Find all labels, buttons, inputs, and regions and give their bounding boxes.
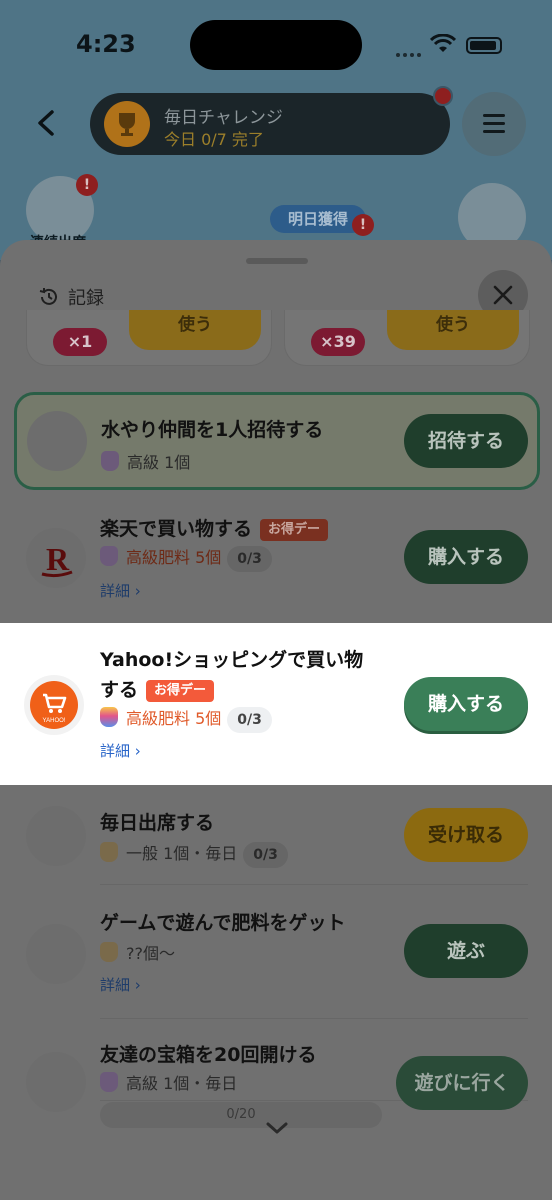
purchase-button[interactable]: 購入する — [404, 677, 528, 731]
menu-button[interactable] — [462, 92, 526, 156]
item-count-badge: ×1 — [53, 328, 107, 356]
treasure-box-icon — [26, 1052, 86, 1112]
records-button[interactable]: 記録 — [38, 284, 104, 310]
play-button[interactable]: 遊ぶ — [404, 924, 528, 978]
item-count-badge: ×39 — [311, 328, 365, 356]
game-thumbnail-icon — [26, 924, 86, 984]
purchase-button[interactable]: 購入する — [404, 530, 528, 584]
item-card: 使う ×39 — [284, 310, 530, 366]
task-row-rakuten: R 楽天で買い物する お得デー 高級肥料 5個 0/3 詳細 › 購入する — [24, 508, 528, 618]
premium-fertilizer-icon — [100, 546, 118, 566]
svg-text:R: R — [46, 541, 70, 577]
fertilizer-bag-icon — [100, 842, 118, 862]
use-button[interactable]: 使う — [387, 310, 519, 350]
premium-fertilizer-icon — [101, 451, 119, 471]
sale-day-badge: お得デー — [260, 519, 329, 541]
sprout-friends-icon — [27, 411, 87, 471]
records-label: 記録 — [68, 288, 104, 309]
progress-bar: 0/20 — [100, 1102, 382, 1128]
yahoo-shopping-logo-icon: YAHOO! — [24, 675, 84, 735]
daily-challenge-banner[interactable]: 毎日チャレンジ 今日 0/7 完了 — [90, 93, 450, 155]
use-button[interactable]: 使う — [129, 310, 261, 350]
item-card: 使う ×1 — [26, 310, 272, 366]
task-row-game: ゲームで遊んで肥料をゲット ??個〜 詳細 › 遊ぶ — [24, 904, 528, 1014]
task-title-line2: する お得デー — [100, 675, 215, 702]
signal-icon — [396, 38, 426, 57]
rakuten-logo-icon: R — [26, 528, 86, 588]
challenge-title: 毎日チャレンジ — [164, 108, 283, 128]
task-row-yahoo: YAHOO! Yahoo!ショッピングで買い物 する お得デー 高級肥料 5個 0/… — [0, 623, 552, 785]
details-link[interactable]: 詳細 › — [100, 580, 141, 601]
invite-button[interactable]: 招待する — [404, 414, 528, 468]
progress-label: 0/20 — [226, 1107, 256, 1122]
premium-fertilizer-icon — [100, 1072, 118, 1092]
task-title: 友達の宝箱を20回開ける — [100, 1044, 317, 1066]
battery-icon — [466, 37, 502, 54]
row-divider — [100, 1018, 528, 1019]
task-reward: 高級 1個 — [101, 449, 190, 473]
task-reward: 高級肥料 5個 0/3 — [100, 544, 272, 572]
tomorrow-reward-pill: 明日獲得 — [270, 205, 366, 233]
status-time: 4:23 — [76, 30, 136, 58]
back-chevron-icon[interactable] — [30, 106, 64, 140]
task-title: 毎日出席する — [100, 812, 215, 834]
sheet-grabber[interactable] — [246, 258, 308, 264]
task-row-invite: 水やり仲間を1人招待する 高級 1個 招待する — [14, 392, 540, 490]
progress-pill: 0/3 — [227, 546, 272, 572]
status-bar: 4:23 — [0, 0, 552, 90]
task-row-attendance: 毎日出席する 一般 1個・毎日 0/3 受け取る — [24, 802, 528, 892]
dynamic-island — [190, 20, 362, 70]
alert-badge-icon: ! — [352, 214, 374, 236]
history-icon — [39, 288, 57, 305]
wifi-icon — [430, 34, 456, 52]
task-reward: 一般 1個・毎日 0/3 — [100, 840, 288, 868]
task-title-line1: Yahoo!ショッピングで買い物 — [100, 649, 364, 671]
row-divider — [100, 884, 528, 885]
details-link[interactable]: 詳細 › — [100, 740, 141, 761]
notification-dot — [433, 86, 453, 106]
progress-pill: 0/3 — [243, 842, 288, 868]
task-title: 水やり仲間を1人招待する — [101, 419, 324, 441]
progress-pill: 0/3 — [227, 707, 272, 733]
claim-button[interactable]: 受け取る — [404, 808, 528, 862]
calendar-icon — [26, 806, 86, 866]
go-play-button[interactable]: 遊びに行く — [396, 1056, 528, 1110]
fertilizer-bag-icon — [100, 942, 118, 962]
task-reward: 高級肥料 5個 0/3 — [100, 705, 272, 733]
premium-fertilizer-icon — [100, 707, 118, 727]
yahoo-logo-text: YAHOO! — [43, 718, 66, 724]
alert-badge-icon: ! — [76, 174, 98, 196]
task-row-treasure: 友達の宝箱を20回開ける 高級 1個・毎日 0/20 遊びに行く — [24, 1038, 528, 1168]
challenge-progress: 今日 0/7 完了 — [164, 130, 264, 149]
task-title: ゲームで遊んで肥料をゲット — [100, 912, 346, 934]
chevron-down-icon[interactable] — [264, 1118, 290, 1138]
sale-day-badge: お得デー — [146, 680, 215, 702]
details-link[interactable]: 詳細 › — [100, 974, 141, 995]
trophy-icon — [104, 101, 150, 147]
task-title: 楽天で買い物する お得デー — [100, 514, 329, 541]
task-reward: ??個〜 — [100, 940, 175, 964]
task-reward: 高級 1個・毎日 — [100, 1070, 237, 1094]
